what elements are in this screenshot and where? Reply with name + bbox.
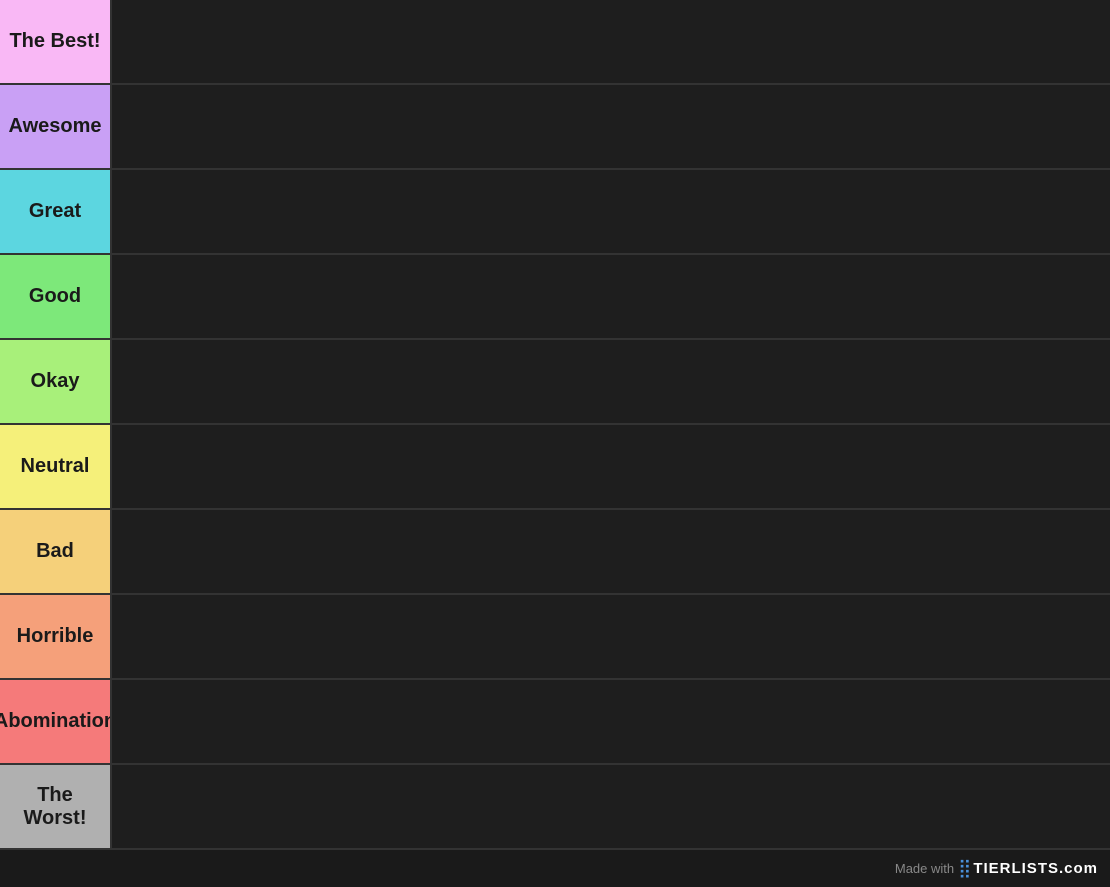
tier-row-good: Good [0,255,1110,340]
tier-row-bad: Bad [0,510,1110,595]
tier-content-awesome[interactable] [110,85,1110,168]
tier-content-the-best[interactable] [110,0,1110,83]
tier-content-good[interactable] [110,255,1110,338]
tier-row-great: Great [0,170,1110,255]
tier-label-horrible: Horrible [0,595,110,678]
tier-content-horrible[interactable] [110,595,1110,678]
tier-label-awesome: Awesome [0,85,110,168]
watermark-brand: TIERLISTS.com [973,860,1098,877]
watermark-made-with: Made with [895,861,954,876]
tier-content-the-worst[interactable] [110,765,1110,848]
tier-label-good: Good [0,255,110,338]
tier-row-neutral: Neutral [0,425,1110,510]
tier-row-the-best: The Best! [0,0,1110,85]
tier-row-horrible: Horrible [0,595,1110,680]
tier-list: The Best!AwesomeGreatGoodOkayNeutralBadH… [0,0,1110,850]
tier-content-abomination[interactable] [110,680,1110,763]
tier-row-abomination: Abomination [0,680,1110,765]
tier-label-abomination: Abomination [0,680,110,763]
tier-label-okay: Okay [0,340,110,423]
tier-label-neutral: Neutral [0,425,110,508]
tier-label-the-best: The Best! [0,0,110,83]
tier-label-great: Great [0,170,110,253]
tier-row-okay: Okay [0,340,1110,425]
watermark-dot: ⣿ [958,858,971,879]
tier-content-okay[interactable] [110,340,1110,423]
tier-row-awesome: Awesome [0,85,1110,170]
tier-content-great[interactable] [110,170,1110,253]
watermark: Made with ⣿ TIERLISTS.com [0,850,1110,887]
tier-label-the-worst: The Worst! [0,765,110,848]
tier-content-neutral[interactable] [110,425,1110,508]
tier-row-the-worst: The Worst! [0,765,1110,850]
tier-label-bad: Bad [0,510,110,593]
tier-content-bad[interactable] [110,510,1110,593]
